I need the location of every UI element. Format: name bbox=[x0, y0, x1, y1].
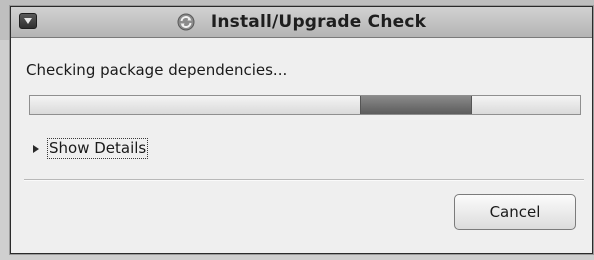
show-details-label: Show Details bbox=[47, 138, 149, 159]
title-bar[interactable]: Install/Upgrade Check bbox=[11, 7, 592, 38]
triangle-right-icon bbox=[33, 144, 39, 153]
show-details-toggle[interactable]: Show Details bbox=[32, 138, 149, 159]
sync-icon bbox=[177, 13, 195, 31]
window-title: Install/Upgrade Check bbox=[210, 12, 427, 32]
progress-bar bbox=[29, 95, 581, 115]
status-message: Checking package dependencies... bbox=[26, 61, 288, 79]
title-wrap: Install/Upgrade Check bbox=[11, 7, 592, 37]
separator bbox=[24, 179, 584, 181]
progress-bar-activity-block bbox=[360, 96, 472, 114]
cancel-button[interactable]: Cancel bbox=[454, 194, 576, 230]
install-upgrade-dialog: Install/Upgrade Check Checking package d… bbox=[10, 6, 593, 254]
